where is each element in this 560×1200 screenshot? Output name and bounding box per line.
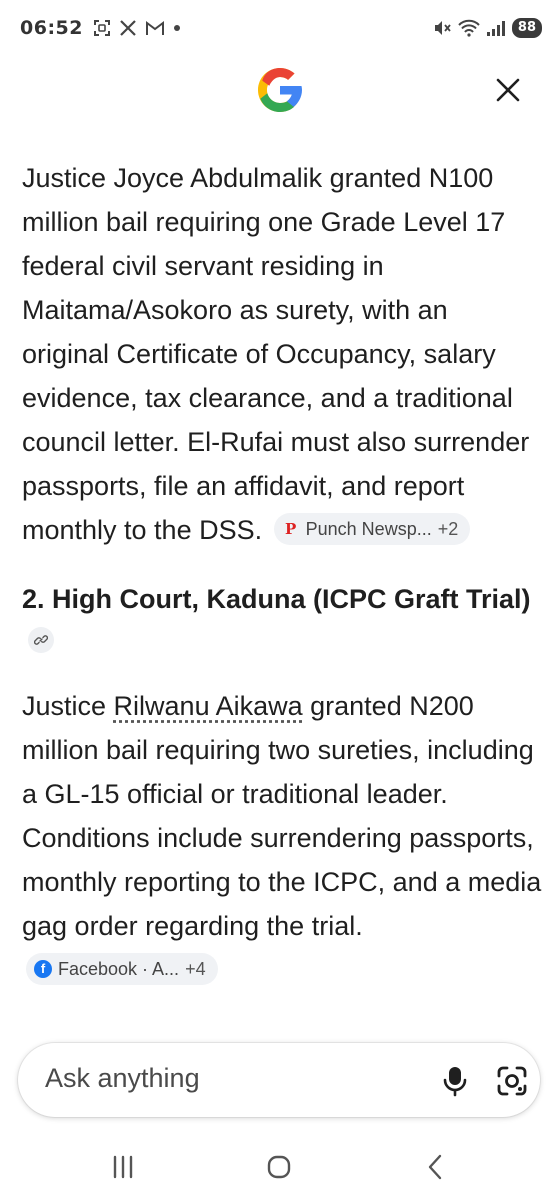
- gmail-icon: [145, 21, 164, 35]
- paragraph-2-rest: granted N200 million bail requiring two …: [22, 691, 542, 941]
- screenshot-icon: [93, 20, 110, 36]
- answer-content: Justice Joyce Abdulmalik granted N100 mi…: [22, 156, 542, 1036]
- google-g-icon: [258, 68, 302, 112]
- x-icon: [120, 20, 136, 36]
- mute-icon: [434, 21, 451, 35]
- signal-icon: [486, 21, 505, 36]
- status-time: 06:52: [20, 17, 83, 39]
- back-icon[interactable]: [418, 1152, 452, 1182]
- answer-paragraph-2: Justice Rilwanu Aikawa granted N200 mill…: [22, 684, 542, 992]
- mic-icon[interactable]: [440, 1065, 470, 1097]
- dot-icon: [173, 25, 180, 31]
- paragraph-2-prefix: Justice: [22, 691, 114, 721]
- status-right: 88: [432, 18, 542, 38]
- section-link-button[interactable]: [28, 626, 54, 653]
- app-header: [0, 56, 560, 128]
- ask-input-bar[interactable]: Ask anything: [18, 1043, 540, 1117]
- wifi-icon: [458, 19, 480, 37]
- heading-2-text: 2. High Court, Kaduna (ICPC Graft Trial): [22, 584, 531, 614]
- content-fade-overlay: [0, 990, 560, 1040]
- facebook-logo-icon: f: [34, 959, 52, 978]
- source-chip-1-label: Punch Newsp...: [305, 518, 432, 539]
- status-bar: 06:52 88: [0, 0, 560, 56]
- google-lens-icon[interactable]: [496, 1065, 528, 1097]
- section-heading-2: 2. High Court, Kaduna (ICPC Graft Trial): [22, 578, 542, 662]
- status-notification-icons: [93, 19, 181, 37]
- close-icon: [496, 78, 520, 102]
- source-chip-1-more: +2: [437, 518, 459, 539]
- entity-name-link[interactable]: Rilwanu Aikawa: [114, 691, 303, 721]
- close-button[interactable]: [488, 70, 528, 110]
- source-chip-2-label: Facebook · A...: [58, 958, 180, 979]
- status-left: 06:52: [20, 17, 181, 39]
- battery-indicator: 88: [511, 18, 542, 38]
- punch-logo-icon: P: [285, 519, 297, 538]
- home-icon[interactable]: [262, 1152, 296, 1182]
- answer-paragraph-1: Justice Joyce Abdulmalik granted N100 mi…: [22, 156, 542, 552]
- source-chip-facebook[interactable]: f Facebook · A... +4: [26, 952, 218, 985]
- ask-input-placeholder[interactable]: Ask anything: [45, 1063, 200, 1094]
- link-icon: [34, 635, 48, 645]
- paragraph-1-text: Justice Joyce Abdulmalik granted N100 mi…: [22, 163, 530, 545]
- source-chip-2-more: +4: [185, 958, 206, 979]
- recent-apps-icon[interactable]: [106, 1152, 140, 1182]
- system-nav-bar: [0, 1134, 560, 1200]
- source-chip-punch[interactable]: P Punch Newsp... +2: [273, 512, 471, 545]
